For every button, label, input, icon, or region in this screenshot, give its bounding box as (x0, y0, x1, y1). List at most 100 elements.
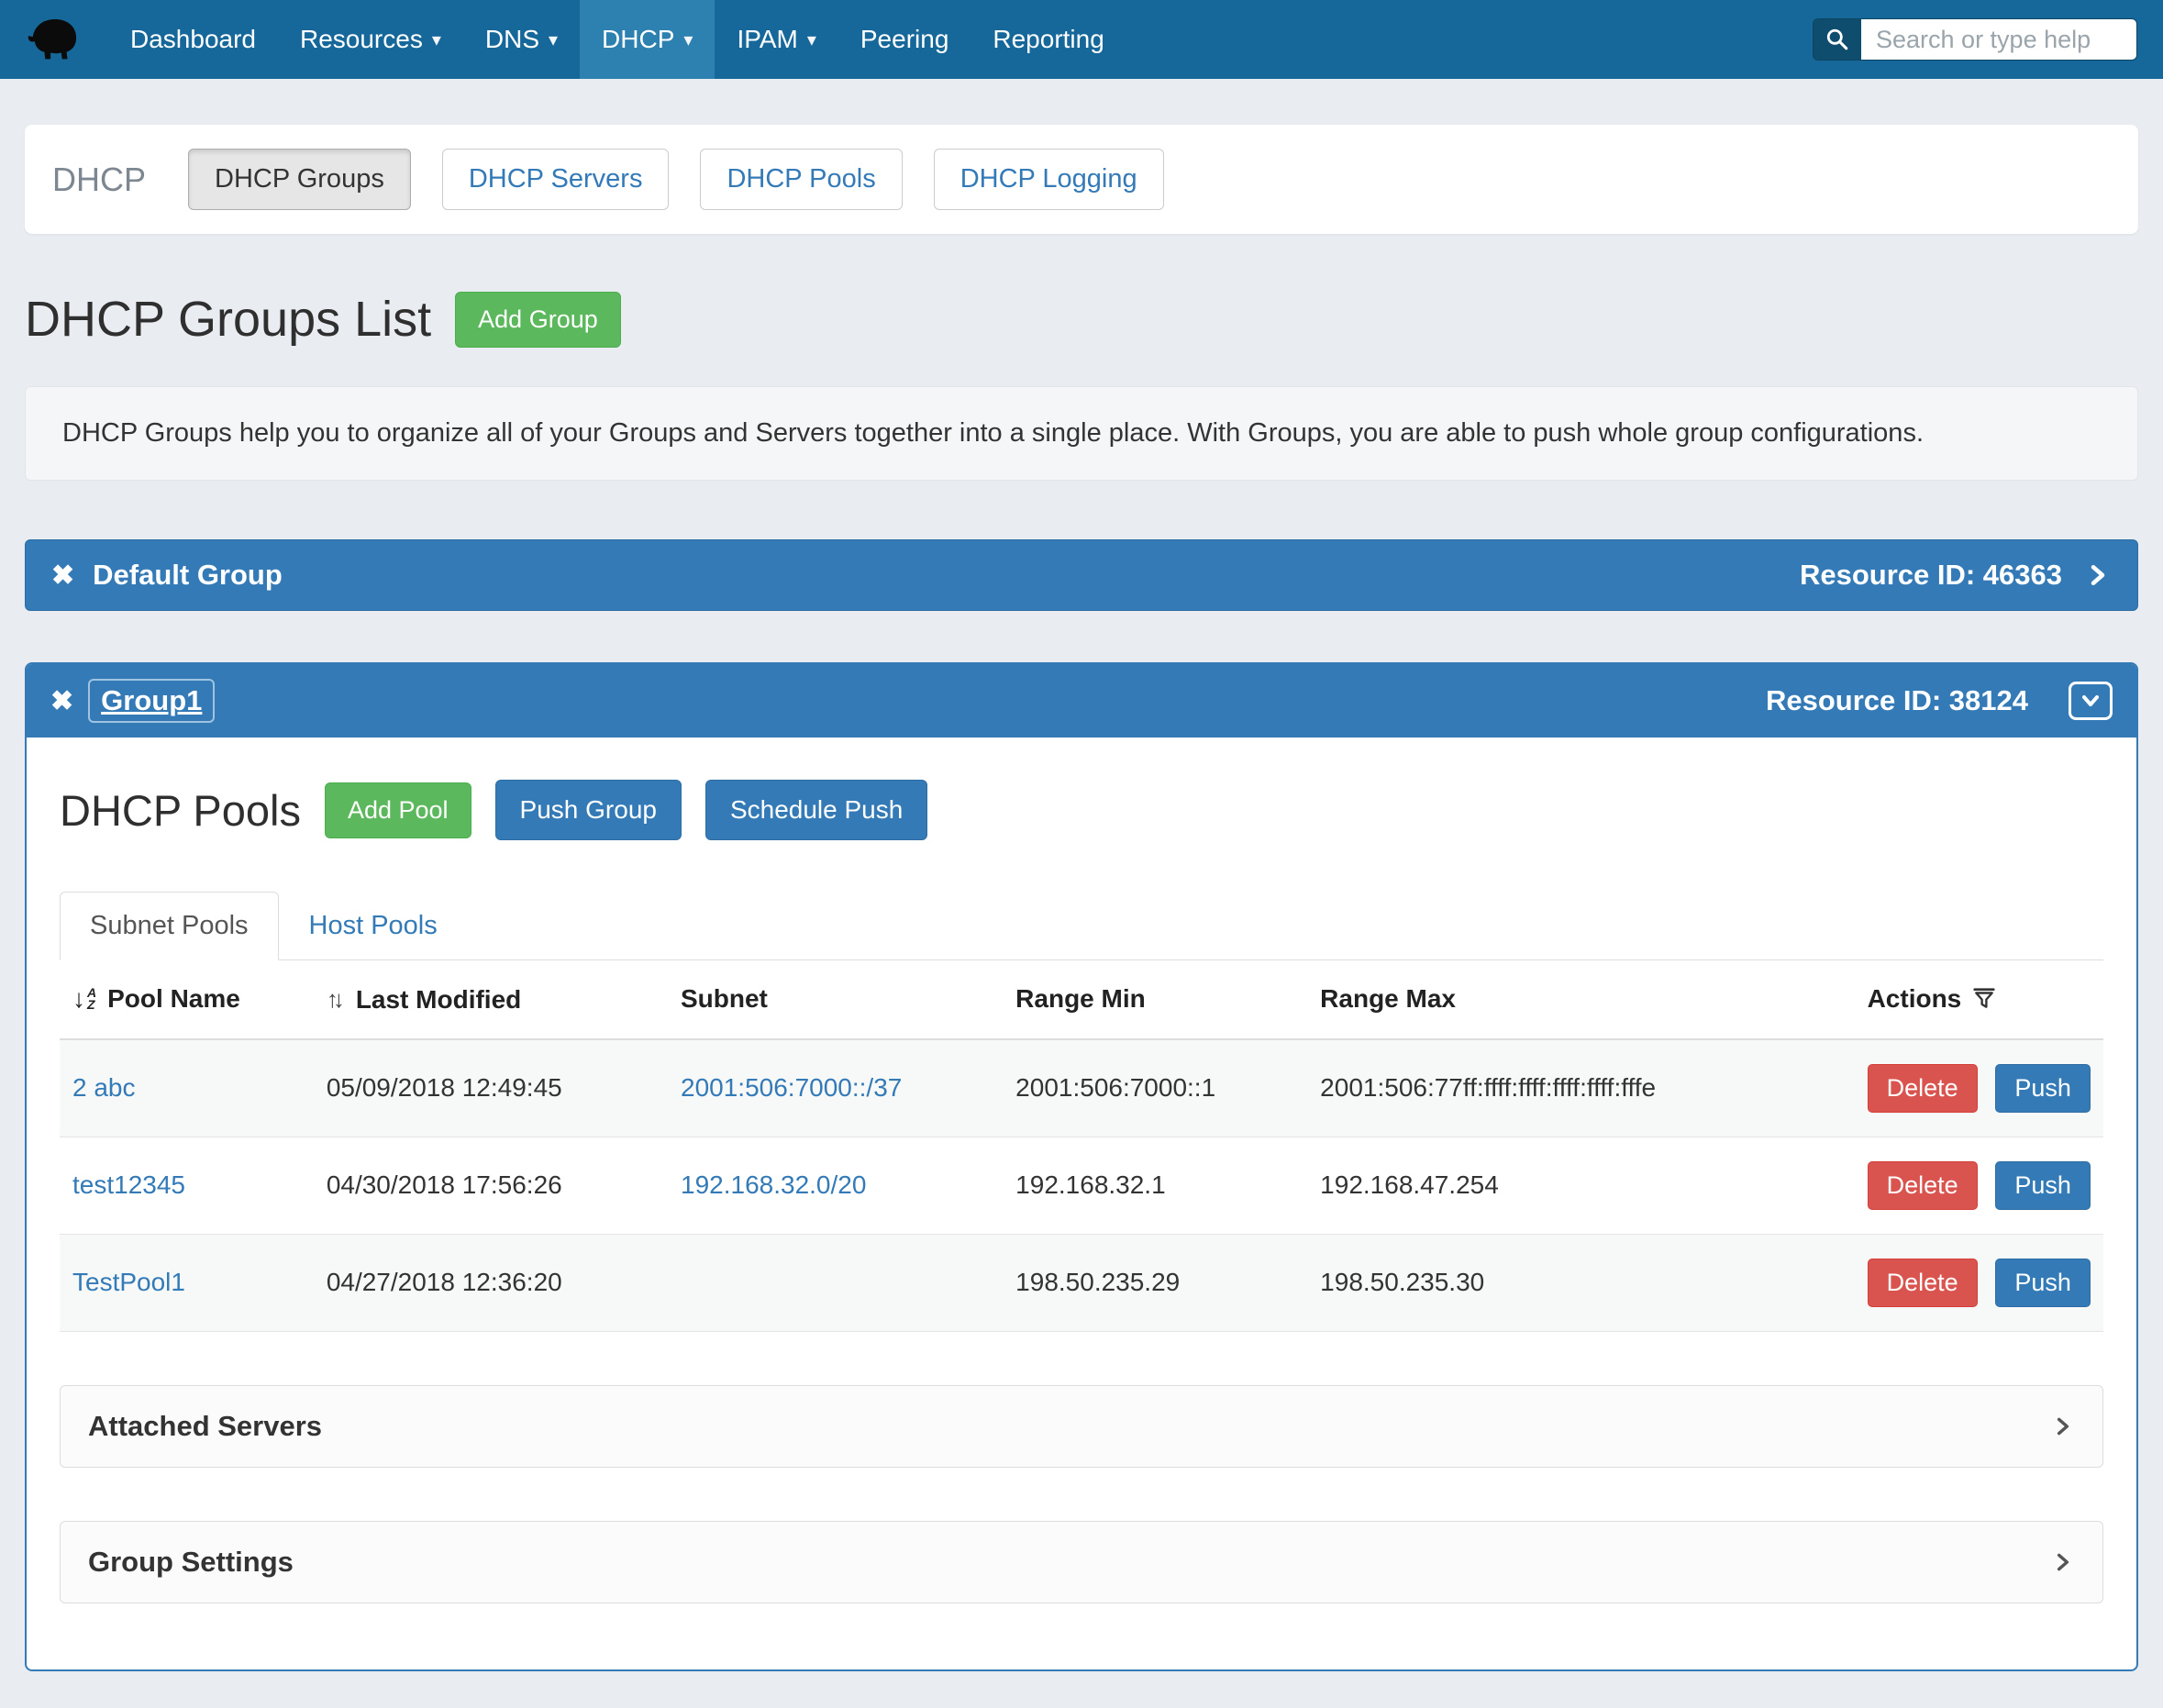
sort-alpha-icon: ↓ A Z (72, 986, 96, 1012)
group1-body: DHCP Pools Add Pool Push Group Schedule … (27, 738, 2136, 1669)
search-button[interactable] (1814, 19, 1861, 60)
table-header-row: ↓ A Z Pool Name (60, 960, 2103, 1039)
sort-last-modified[interactable]: ↑↓ Last Modified (327, 985, 521, 1015)
nav-item-dhcp[interactable]: DHCP ▾ (580, 0, 715, 79)
push-group-button[interactable]: Push Group (495, 780, 682, 840)
group1-name-link[interactable]: Group1 (88, 679, 215, 723)
search-input[interactable] (1861, 19, 2136, 60)
last-modified-cell: 04/27/2018 12:36:20 (314, 1234, 668, 1331)
tab-subnet-pools[interactable]: Subnet Pools (60, 892, 279, 960)
provision-logo[interactable] (0, 0, 108, 79)
dhcp-logging-button[interactable]: DHCP Logging (934, 149, 1164, 210)
pool-name-link[interactable]: test12345 (72, 1170, 185, 1199)
pools-title: DHCP Pools (60, 785, 301, 836)
main-container: DHCP DHCP Groups DHCP Servers DHCP Pools… (0, 125, 2163, 1708)
nav-item-label: DHCP (602, 25, 674, 54)
nav-item-ipam[interactable]: IPAM ▾ (715, 0, 837, 79)
chevron-down-icon: ▾ (683, 28, 693, 51)
group-name: Default Group (93, 559, 283, 592)
add-pool-button[interactable]: Add Pool (325, 782, 471, 838)
pool-name-link[interactable]: 2 abc (72, 1073, 136, 1102)
sort-updown-icon: ↑↓ (327, 985, 339, 1014)
table-row: TestPool1 04/27/2018 12:36:20 198.50.235… (60, 1234, 2103, 1331)
header-label: Pool Name (107, 984, 240, 1014)
sort-pool-name[interactable]: ↓ A Z Pool Name (72, 984, 240, 1014)
subnav-title: DHCP (52, 161, 146, 199)
group-settings-accordion[interactable]: Group Settings (60, 1521, 2103, 1603)
dhcp-pools-button[interactable]: DHCP Pools (700, 149, 902, 210)
group-bar-default-group[interactable]: ✖ Default Group Resource ID: 46363 (25, 539, 2138, 611)
header-label: Last Modified (356, 985, 521, 1015)
header-label: Actions (1868, 984, 1962, 1014)
last-modified-cell: 05/09/2018 12:49:45 (314, 1039, 668, 1137)
range-max-cell: 198.50.235.30 (1307, 1234, 1854, 1331)
dhcp-subnav-card: DHCP DHCP Groups DHCP Servers DHCP Pools… (25, 125, 2138, 234)
header-pool-name: ↓ A Z Pool Name (60, 960, 314, 1039)
collapse-toggle[interactable] (2069, 682, 2113, 720)
range-max-cell: 2001:506:77ff:ffff:ffff:ffff:ffff:fffe (1307, 1039, 1854, 1137)
chevron-down-icon: ▾ (432, 28, 441, 51)
resource-id-label: Resource ID: 46363 (1800, 559, 2062, 592)
nav-items: Dashboard Resources ▾ DNS ▾ DHCP ▾ IPAM … (108, 0, 1126, 79)
schedule-push-button[interactable]: Schedule Push (705, 780, 927, 840)
header-range-min: Range Min (1003, 960, 1307, 1039)
close-icon[interactable]: ✖ (51, 560, 74, 592)
subnet-link[interactable]: 2001:506:7000::/37 (681, 1073, 902, 1102)
add-group-button[interactable]: Add Group (455, 292, 621, 348)
pools-tabs: Subnet Pools Host Pools (60, 892, 2103, 960)
push-button[interactable]: Push (1995, 1161, 2091, 1210)
navbar-right (1813, 0, 2163, 79)
filter-icon[interactable] (1972, 987, 1996, 1011)
pools-header: DHCP Pools Add Pool Push Group Schedule … (60, 780, 2103, 840)
range-max-cell: 192.168.47.254 (1307, 1137, 1854, 1234)
resource-id-label: Resource ID: 38124 (1766, 684, 2028, 717)
subnav-buttons: DHCP Groups DHCP Servers DHCP Pools DHCP… (188, 149, 1164, 210)
chevron-down-icon: ▾ (549, 28, 558, 51)
search-icon (1825, 28, 1849, 51)
nav-item-label: IPAM (737, 25, 797, 54)
top-navbar: Dashboard Resources ▾ DNS ▾ DHCP ▾ IPAM … (0, 0, 2163, 79)
groups-description: DHCP Groups help you to organize all of … (25, 386, 2138, 481)
delete-button[interactable]: Delete (1868, 1161, 1978, 1210)
nav-item-dashboard[interactable]: Dashboard (108, 0, 278, 79)
pool-name-link[interactable]: TestPool1 (72, 1268, 185, 1296)
nav-item-resources[interactable]: Resources ▾ (278, 0, 463, 79)
page-header: DHCP Groups List Add Group (25, 291, 2138, 348)
delete-button[interactable]: Delete (1868, 1259, 1978, 1307)
group-panel-group1: ✖ Group1 Resource ID: 38124 DHCP Pools A… (25, 662, 2138, 1671)
accordion-label: Group Settings (88, 1546, 294, 1579)
dhcp-servers-button[interactable]: DHCP Servers (442, 149, 670, 210)
nav-item-reporting[interactable]: Reporting (971, 0, 1126, 79)
group1-header[interactable]: ✖ Group1 Resource ID: 38124 (27, 664, 2136, 738)
nav-item-dns[interactable]: DNS ▾ (463, 0, 580, 79)
nav-item-peering[interactable]: Peering (838, 0, 971, 79)
nav-item-label: Reporting (993, 25, 1104, 54)
header-range-max: Range Max (1307, 960, 1854, 1039)
range-min-cell: 2001:506:7000::1 (1003, 1039, 1307, 1137)
table-row: 2 abc 05/09/2018 12:49:45 2001:506:7000:… (60, 1039, 2103, 1137)
dhcp-groups-button[interactable]: DHCP Groups (188, 149, 411, 210)
chevron-down-icon (2078, 690, 2103, 712)
push-button[interactable]: Push (1995, 1259, 2091, 1307)
nav-item-label: DNS (485, 25, 539, 54)
range-min-cell: 198.50.235.29 (1003, 1234, 1307, 1331)
accordion-label: Attached Servers (88, 1410, 322, 1443)
push-button[interactable]: Push (1995, 1064, 2091, 1113)
range-min-cell: 192.168.32.1 (1003, 1137, 1307, 1234)
mammoth-logo-icon (26, 14, 83, 65)
close-icon[interactable]: ✖ (50, 685, 73, 717)
header-last-modified: ↑↓ Last Modified (314, 960, 668, 1039)
subnet-link[interactable]: 192.168.32.0/20 (681, 1170, 866, 1199)
nav-item-label: Resources (300, 25, 423, 54)
delete-button[interactable]: Delete (1868, 1064, 1978, 1113)
page-title: DHCP Groups List (25, 291, 431, 348)
subnet-pools-table: ↓ A Z Pool Name (60, 960, 2103, 1332)
attached-servers-accordion[interactable]: Attached Servers (60, 1385, 2103, 1468)
nav-item-label: Dashboard (130, 25, 256, 54)
chevron-right-icon (2051, 1548, 2075, 1576)
tab-host-pools[interactable]: Host Pools (279, 892, 468, 960)
chevron-down-icon: ▾ (807, 28, 816, 51)
chevron-right-icon[interactable] (2084, 560, 2112, 591)
chevron-right-icon (2051, 1413, 2075, 1440)
last-modified-cell: 04/30/2018 17:56:26 (314, 1137, 668, 1234)
